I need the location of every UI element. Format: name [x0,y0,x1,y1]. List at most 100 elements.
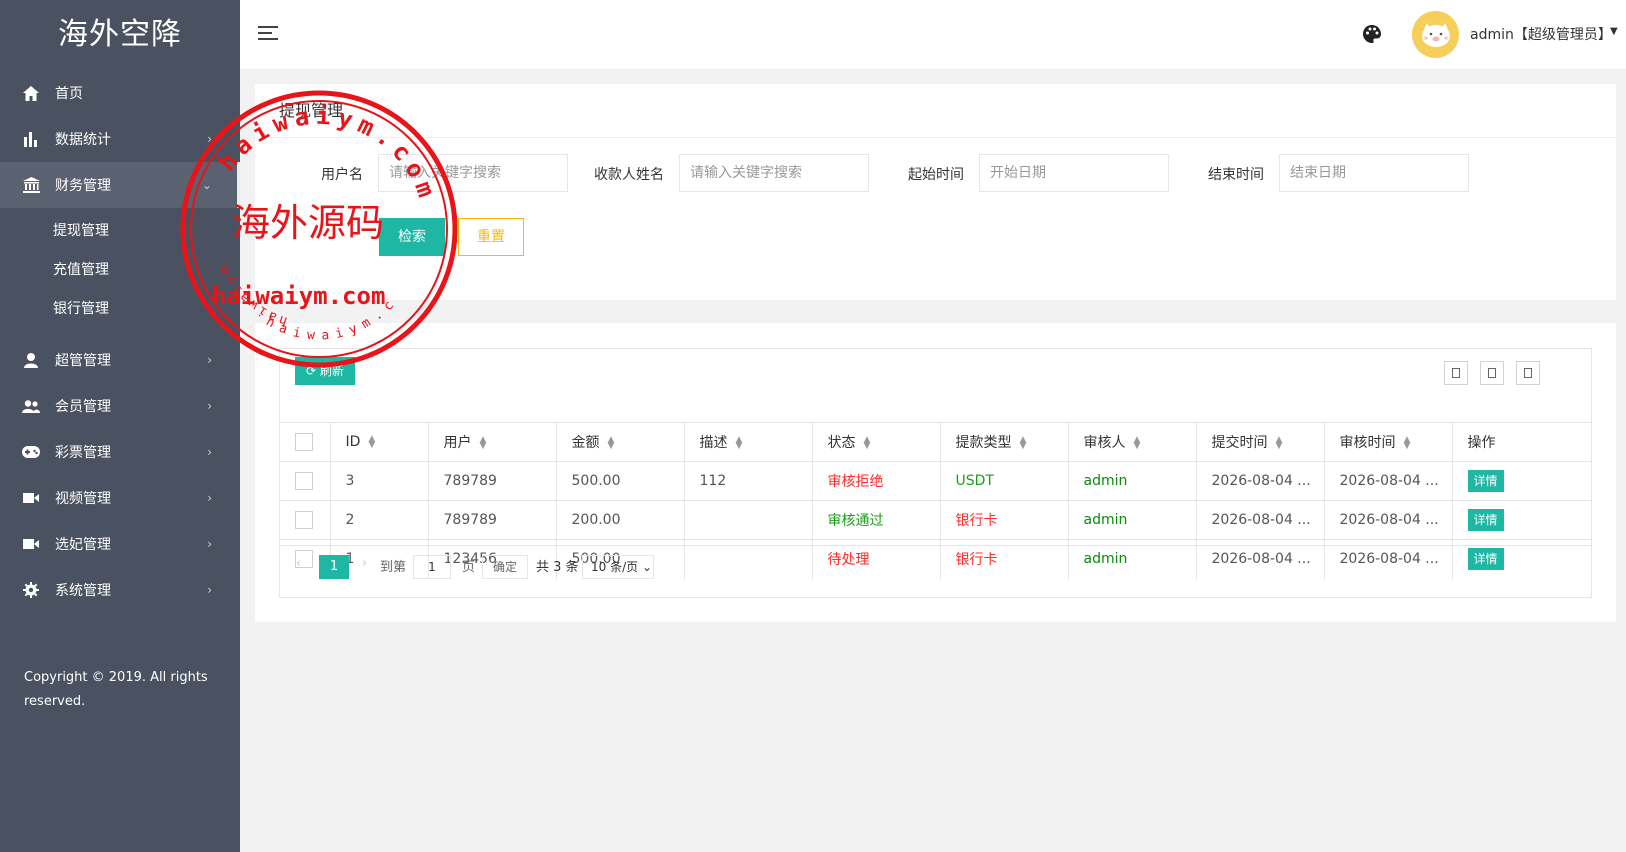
start-date-label: 起始时间 [908,167,964,183]
chevron-right-icon: › [207,491,212,505]
sidebar-item-label: 数据统计 [55,132,111,148]
sidebar-item-members[interactable]: 会员管理 › [0,383,240,429]
sidebar-item-stats[interactable]: 数据统计 › [0,116,240,162]
row-checkbox[interactable] [295,511,313,529]
column-label: 描述 [699,435,728,451]
sidebar-item-label: 彩票管理 [55,445,111,461]
caret-down-icon[interactable]: ▼ [1610,26,1618,37]
table-row: 2 789789 200.00 审核通过 银行卡 admin 2026-08-0… [280,500,1591,540]
user-menu[interactable]: admin【超级管理员】 [1470,24,1612,44]
cell-status: 审核拒绝 [811,461,940,501]
detail-button[interactable]: 详情 [1467,470,1504,492]
cell-desc [683,500,812,540]
chevron-down-icon: ⌄ [201,178,212,192]
search-button[interactable]: 检索 [379,218,445,256]
gamepad-icon [22,443,40,461]
column-header[interactable]: 描述 ▲ ▼ [683,422,812,462]
goto-confirm-button[interactable]: 确定 [482,555,528,579]
column-label: 操作 [1467,435,1496,451]
row-checkbox-cell [280,500,330,540]
column-header[interactable]: 审核人 ▲ ▼ [1067,422,1196,462]
columns-filter-icon[interactable] [1444,361,1468,385]
column-header[interactable]: 金额 ▲ ▼ [555,422,684,462]
page-title: 提现管理 [255,84,1616,138]
sidebar: 海外空降 首页 数据统计 › 财务管理 ⌄ 提现管理 充值管理 银行管理 超管管… [0,0,240,852]
cell-type: USDT [939,461,1068,501]
cell-submit-time: 2026-08-04 ... [1195,461,1324,501]
row-checkbox-cell [280,461,330,501]
sort-icon[interactable]: ▲ ▼ [480,436,487,451]
column-header[interactable]: 提款类型 ▲ ▼ [939,422,1068,462]
sidebar-item-home[interactable]: 首页 [0,70,240,116]
cell-auditor: admin [1067,461,1196,501]
column-header[interactable]: 用户 ▲ ▼ [427,422,556,462]
chevron-right-icon: › [207,353,212,367]
sort-icon[interactable]: ▲ ▼ [1404,436,1411,451]
next-page-icon[interactable]: › [362,556,367,571]
sidebar-item-label: 首页 [55,86,83,102]
cell-user: 789789 [427,500,556,540]
cell-id: 3 [329,461,428,501]
payee-input[interactable] [679,154,869,192]
refresh-label: 刷新 [319,364,344,378]
menu-toggle-icon[interactable] [258,26,278,42]
sidebar-subitem-withdraw[interactable]: 提现管理 [0,212,240,251]
cell-id: 2 [329,500,428,540]
sidebar-item-select-concubine[interactable]: 选妃管理 › [0,521,240,567]
column-label: 状态 [827,435,856,451]
column-header[interactable]: 提交时间 ▲ ▼ [1195,422,1324,462]
column-header[interactable]: ID ▲ ▼ [329,422,428,462]
start-date-input[interactable] [979,154,1169,192]
sort-icon[interactable]: ▲ ▼ [368,435,375,450]
finance-submenu: 提现管理 充值管理 银行管理 [0,208,240,337]
data-table-container: ⟳ 刷新 ID ▲ ▼ 用户 ▲ ▼ 金额 ▲ ▼ 描述 ▲ ▼ 状态 ▲ ▼ 提款类型 ▲ ▼ 审核人… [279,348,1592,598]
video-icon [22,535,40,553]
sidebar-item-label: 系统管理 [55,583,111,599]
gear-icon [22,581,40,599]
select-all-checkbox[interactable] [295,433,313,451]
reset-button[interactable]: 重置 [458,218,524,256]
column-label: 审核人 [1083,435,1126,451]
sidebar-item-system[interactable]: 系统管理 › [0,567,240,613]
prev-page-icon[interactable]: ‹ [296,556,301,571]
column-header[interactable]: 状态 ▲ ▼ [811,422,940,462]
sidebar-item-superadmin[interactable]: 超管管理 › [0,337,240,383]
sidebar-item-lottery[interactable]: 彩票管理 › [0,429,240,475]
sort-icon[interactable]: ▲ ▼ [1276,436,1283,451]
page-current[interactable]: 1 [319,555,349,579]
avatar[interactable] [1412,11,1459,58]
bank-icon [22,176,40,194]
cell-action: 详情 [1451,500,1591,540]
username-label: 用户名 [321,167,363,183]
cell-amount: 200.00 [555,500,684,540]
sort-icon[interactable]: ▲ ▼ [608,436,615,451]
sidebar-item-finance[interactable]: 财务管理 ⌄ [0,162,240,208]
per-page-select[interactable]: 10 条/页 ⌄ [582,555,654,579]
username-input[interactable] [378,154,568,192]
goto-page-input[interactable]: 1 [413,555,451,579]
bar-chart-icon [22,130,40,148]
row-checkbox[interactable] [295,472,313,490]
sidebar-item-video[interactable]: 视频管理 › [0,475,240,521]
sidebar-subitem-bank[interactable]: 银行管理 [0,290,240,329]
home-icon [22,84,40,102]
chevron-right-icon: › [207,132,212,146]
column-header[interactable]: 审核时间 ▲ ▼ [1323,422,1452,462]
print-icon[interactable] [1516,361,1540,385]
end-date-input[interactable] [1279,154,1469,192]
cell-audit-time: 2026-08-04 ... [1323,461,1452,501]
sort-icon[interactable]: ▲ ▼ [736,436,743,451]
refresh-button[interactable]: ⟳ 刷新 [295,357,355,385]
sort-icon[interactable]: ▲ ▼ [864,436,871,451]
table-row: 3 789789 500.00 112 审核拒绝 USDT admin 2026… [280,461,1591,501]
top-header: admin【超级管理员】 ▼ [240,0,1626,70]
cell-submit-time: 2026-08-04 ... [1195,500,1324,540]
sort-icon[interactable]: ▲ ▼ [1020,436,1027,451]
sidebar-subitem-recharge[interactable]: 充值管理 [0,251,240,290]
cell-auditor: admin [1067,500,1196,540]
app-logo: 海外空降 [58,17,182,52]
palette-icon[interactable] [1362,24,1382,44]
sort-icon[interactable]: ▲ ▼ [1134,436,1141,451]
export-icon[interactable] [1480,361,1504,385]
detail-button[interactable]: 详情 [1467,509,1504,531]
